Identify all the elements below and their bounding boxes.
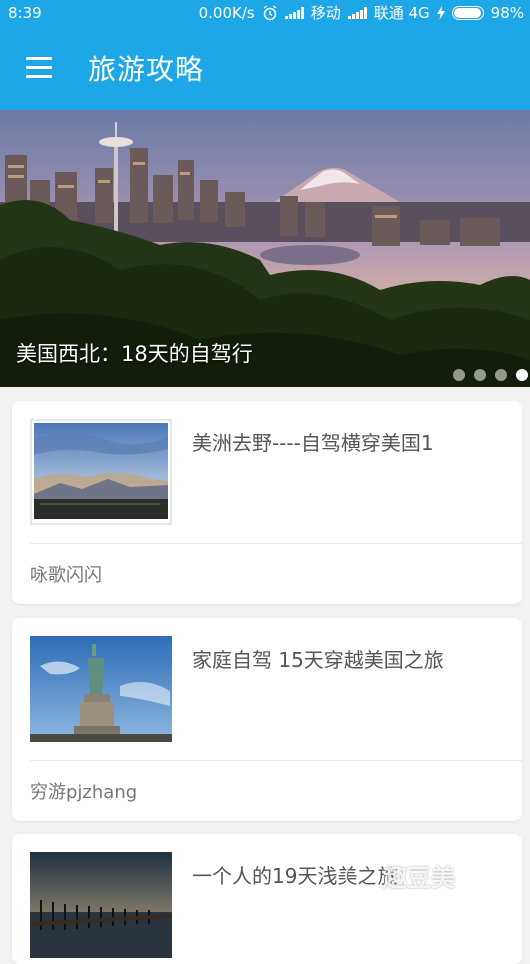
- status-time: 8:39: [8, 3, 42, 22]
- page-title: 旅游攻略: [88, 52, 205, 86]
- carousel-dot[interactable]: [453, 369, 465, 381]
- battery-icon: [451, 5, 484, 20]
- carousel-dot[interactable]: [474, 369, 486, 381]
- app-bar: 旅游攻略: [0, 25, 530, 110]
- watermark: 趣豆美: [345, 858, 455, 893]
- hamburger-menu-icon[interactable]: [0, 25, 78, 110]
- status-bar: 8:39 0.00K/s 移动 联通 4G 98%: [0, 0, 530, 25]
- divider: [30, 760, 522, 761]
- pier-sunset-photo: [30, 852, 172, 958]
- signal-icon: [284, 6, 304, 19]
- charging-icon: [436, 5, 445, 20]
- article-card[interactable]: 家庭自驾 15天穿越美国之旅 穷游pjzhang: [12, 618, 522, 821]
- statue-of-liberty-photo: [30, 636, 172, 742]
- article-card[interactable]: 美洲去野----自驾横穿美国1 咏歌闪闪: [12, 401, 522, 604]
- article-author: 穷游pjzhang: [30, 782, 138, 803]
- carrier-1: 移动: [310, 4, 341, 22]
- carousel-indicator: [453, 369, 528, 381]
- status-indicators: 0.00K/s 移动 联通 4G 98%: [199, 2, 524, 23]
- signal-icon-2: [347, 6, 367, 19]
- article-card[interactable]: 一个人的19天浅美之旅: [12, 834, 522, 964]
- watermark-logo-icon: [345, 858, 379, 893]
- banner-carousel[interactable]: 美国西北：18天的自驾行: [0, 110, 530, 387]
- article-title: 家庭自驾 15天穿越美国之旅: [192, 648, 444, 672]
- carousel-dot[interactable]: [516, 369, 528, 381]
- battery-percent: 98%: [490, 3, 524, 22]
- alarm-clock-icon: [263, 4, 277, 20]
- watermark-text: 趣豆美: [383, 864, 455, 892]
- banner-caption: 美国西北：18天的自驾行: [16, 342, 253, 366]
- divider: [30, 543, 522, 544]
- carrier-2: 联通 4G: [373, 4, 430, 22]
- carousel-dot[interactable]: [495, 369, 507, 381]
- article-author: 咏歌闪闪: [30, 565, 102, 586]
- article-title: 美洲去野----自驾横穿美国1: [192, 431, 434, 455]
- mountain-sunset-photo: [30, 419, 172, 525]
- network-speed: 0.00K/s: [198, 3, 255, 22]
